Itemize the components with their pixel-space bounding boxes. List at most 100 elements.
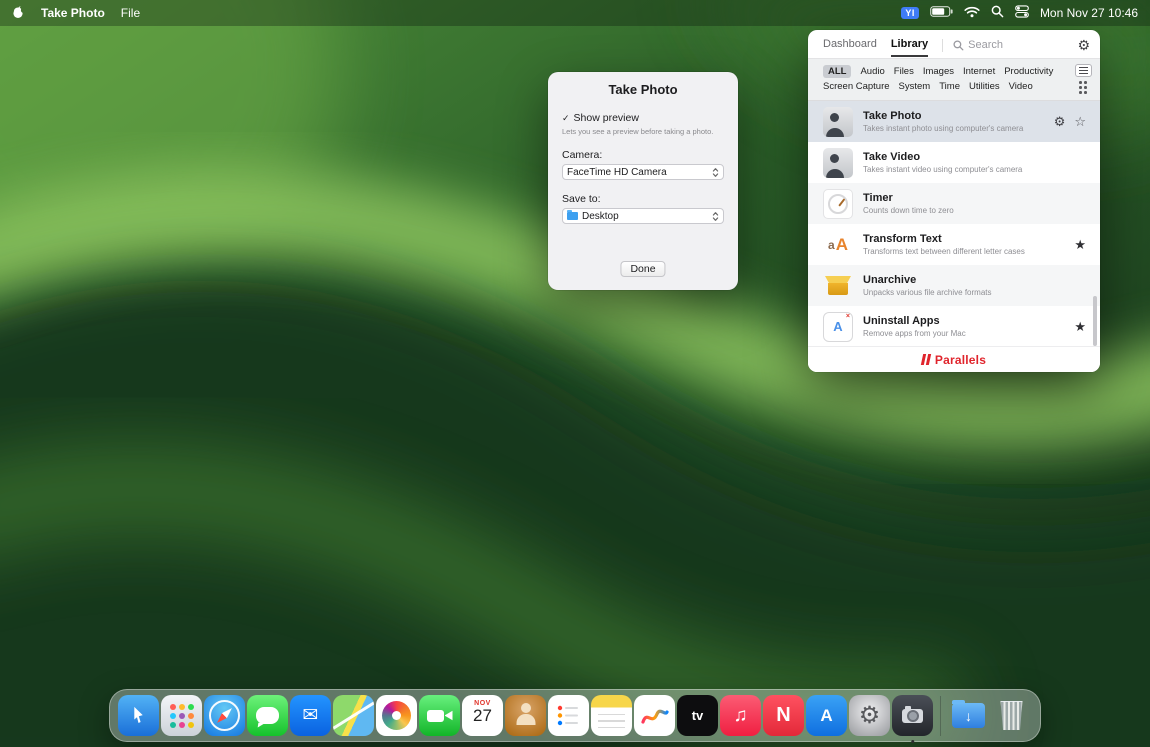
category-time[interactable]: Time bbox=[939, 81, 960, 92]
category-screen-capture[interactable]: Screen Capture bbox=[823, 81, 890, 92]
header-divider bbox=[942, 38, 944, 52]
dialog-title: Take Photo bbox=[608, 82, 678, 97]
tab-dashboard[interactable]: Dashboard bbox=[823, 38, 877, 57]
dock-appletv-icon[interactable]: tv bbox=[677, 695, 718, 736]
tab-library[interactable]: Library bbox=[890, 38, 929, 57]
show-preview-checkbox[interactable]: ✓ Show preview bbox=[562, 112, 724, 124]
dock-reminders-icon[interactable] bbox=[548, 695, 589, 736]
tool-name: Take Photo bbox=[863, 109, 922, 122]
menu-clock[interactable]: Mon Nov 27 10:46 bbox=[1040, 6, 1138, 20]
panel-header: Dashboard Library ⚙ bbox=[808, 30, 1100, 58]
envelope-glyph: ✉ bbox=[302, 705, 319, 726]
category-images[interactable]: Images bbox=[923, 66, 954, 77]
dock-music-icon[interactable]: ♫ bbox=[720, 695, 761, 736]
tool-description: Transforms text between different letter… bbox=[863, 247, 1025, 257]
apple-menu-icon[interactable] bbox=[12, 5, 25, 22]
tool-gear-icon[interactable]: ⚙ bbox=[1054, 115, 1066, 128]
category-video[interactable]: Video bbox=[1009, 81, 1033, 92]
panel-footer: Parallels bbox=[808, 346, 1100, 372]
calendar-day: 27 bbox=[473, 706, 492, 725]
category-internet[interactable]: Internet bbox=[963, 66, 995, 77]
category-utilities[interactable]: Utilities bbox=[969, 81, 1000, 92]
tv-label: tv bbox=[691, 708, 704, 723]
search-icon bbox=[953, 39, 964, 50]
tool-row-take-video[interactable]: Take Video Takes instant video using com… bbox=[808, 142, 1100, 183]
spotlight-icon[interactable] bbox=[991, 5, 1004, 21]
dock-take-photo-icon[interactable] bbox=[892, 695, 933, 743]
category-files[interactable]: Files bbox=[894, 66, 914, 77]
dock-news-icon[interactable]: N bbox=[763, 695, 804, 736]
tool-description: Remove apps from your Mac bbox=[863, 329, 966, 339]
control-center-icon[interactable] bbox=[1015, 5, 1029, 21]
take-video-thumbnail-icon bbox=[823, 147, 853, 178]
panel-settings-gear-icon[interactable]: ⚙ bbox=[1077, 38, 1090, 52]
download-arrow-glyph: ↓ bbox=[965, 707, 972, 724]
camera-label: Camera: bbox=[562, 149, 603, 161]
tool-description: Takes instant video using computer's cam… bbox=[863, 165, 1023, 175]
category-audio[interactable]: Audio bbox=[860, 66, 884, 77]
show-preview-label: Show preview bbox=[573, 112, 639, 124]
dock-freeform-icon[interactable] bbox=[634, 695, 675, 736]
tool-name: Uninstall Apps bbox=[863, 314, 940, 327]
uninstall-apps-icon: A × bbox=[823, 311, 853, 342]
tool-row-timer[interactable]: Timer Counts down time to zero bbox=[808, 183, 1100, 224]
transform-uppercase-glyph: A bbox=[835, 234, 848, 254]
done-button[interactable]: Done bbox=[620, 261, 666, 277]
menu-bar: Take Photo File YI Mon Nov 27 10:46 bbox=[0, 0, 1150, 26]
running-indicator-dot bbox=[910, 739, 915, 743]
category-filter-bar: ALL Audio Files Images Internet Producti… bbox=[808, 58, 1100, 101]
list-view-button[interactable] bbox=[1075, 64, 1092, 77]
dock-calendar-icon[interactable]: NOV 27 bbox=[462, 695, 503, 736]
tool-name: Timer bbox=[863, 191, 893, 204]
music-note-glyph: ♫ bbox=[733, 704, 748, 726]
take-photo-thumbnail-icon bbox=[823, 106, 853, 137]
category-system[interactable]: System bbox=[899, 81, 931, 92]
category-productivity[interactable]: Productivity bbox=[1004, 66, 1053, 77]
dock-safari-icon[interactable] bbox=[204, 695, 245, 736]
dock-contacts-icon[interactable] bbox=[505, 695, 546, 736]
dock-mail-icon[interactable]: ✉ bbox=[290, 695, 331, 736]
tool-name: Unarchive bbox=[863, 273, 917, 286]
tool-name: Transform Text bbox=[863, 232, 942, 245]
parallels-toolbox-panel: Dashboard Library ⚙ ALL Audio Files Imag… bbox=[808, 30, 1100, 372]
dock-downloads-icon[interactable]: ↓ bbox=[948, 695, 989, 736]
tool-star-filled-icon[interactable]: ★ bbox=[1074, 238, 1086, 251]
take-photo-dialog: Take Photo ✓ Show preview Lets you see a… bbox=[548, 72, 738, 290]
save-to-select[interactable]: Desktop bbox=[562, 208, 724, 224]
tool-star-filled-icon[interactable]: ★ bbox=[1074, 320, 1086, 333]
camera-select[interactable]: FaceTime HD Camera bbox=[562, 164, 724, 180]
tool-row-take-photo[interactable]: Take Photo Takes instant photo using com… bbox=[808, 101, 1100, 142]
dock-system-settings-icon[interactable]: ⚙ bbox=[849, 695, 890, 736]
panel-scrollbar[interactable] bbox=[1093, 296, 1097, 346]
dock-launchpad-icon[interactable] bbox=[161, 695, 202, 736]
transform-text-icon: a A bbox=[823, 230, 853, 260]
search-input[interactable] bbox=[968, 39, 1069, 51]
folder-icon bbox=[567, 210, 578, 220]
parallels-logo-icon bbox=[925, 354, 932, 365]
tool-row-transform-text[interactable]: a A Transform Text Transforms text betwe… bbox=[808, 224, 1100, 265]
dock-trash-icon[interactable] bbox=[991, 695, 1032, 736]
dock-appstore-icon[interactable]: A bbox=[806, 695, 847, 736]
search-field[interactable] bbox=[953, 39, 1077, 51]
dock-maps-icon[interactable] bbox=[333, 695, 374, 736]
tool-row-unarchive[interactable]: Unarchive Unpacks various file archive f… bbox=[808, 265, 1100, 306]
tool-star-outline-icon[interactable]: ☆ bbox=[1074, 115, 1086, 128]
menu-app-name[interactable]: Take Photo bbox=[41, 6, 105, 20]
tool-description: Takes instant photo using computer's cam… bbox=[863, 124, 1024, 134]
dock-parallels-toolbox-icon[interactable] bbox=[118, 695, 159, 736]
grid-view-button[interactable] bbox=[1079, 81, 1088, 95]
checkmark-icon: ✓ bbox=[562, 112, 570, 123]
battery-icon[interactable] bbox=[930, 6, 953, 20]
gear-glyph: ⚙ bbox=[858, 702, 881, 729]
dock-facetime-icon[interactable] bbox=[419, 695, 460, 736]
dock-notes-icon[interactable] bbox=[591, 695, 632, 736]
wifi-icon[interactable] bbox=[964, 6, 980, 21]
show-preview-help: Lets you see a preview before taking a p… bbox=[562, 127, 714, 136]
tool-row-uninstall-apps[interactable]: A × Uninstall Apps Remove apps from your… bbox=[808, 306, 1100, 347]
dock-photos-icon[interactable] bbox=[376, 695, 417, 736]
dock-messages-icon[interactable] bbox=[247, 695, 288, 736]
input-source-badge[interactable]: YI bbox=[901, 7, 919, 19]
unarchive-box-icon bbox=[823, 271, 853, 301]
menu-file[interactable]: File bbox=[121, 6, 140, 20]
category-all[interactable]: ALL bbox=[823, 65, 852, 78]
